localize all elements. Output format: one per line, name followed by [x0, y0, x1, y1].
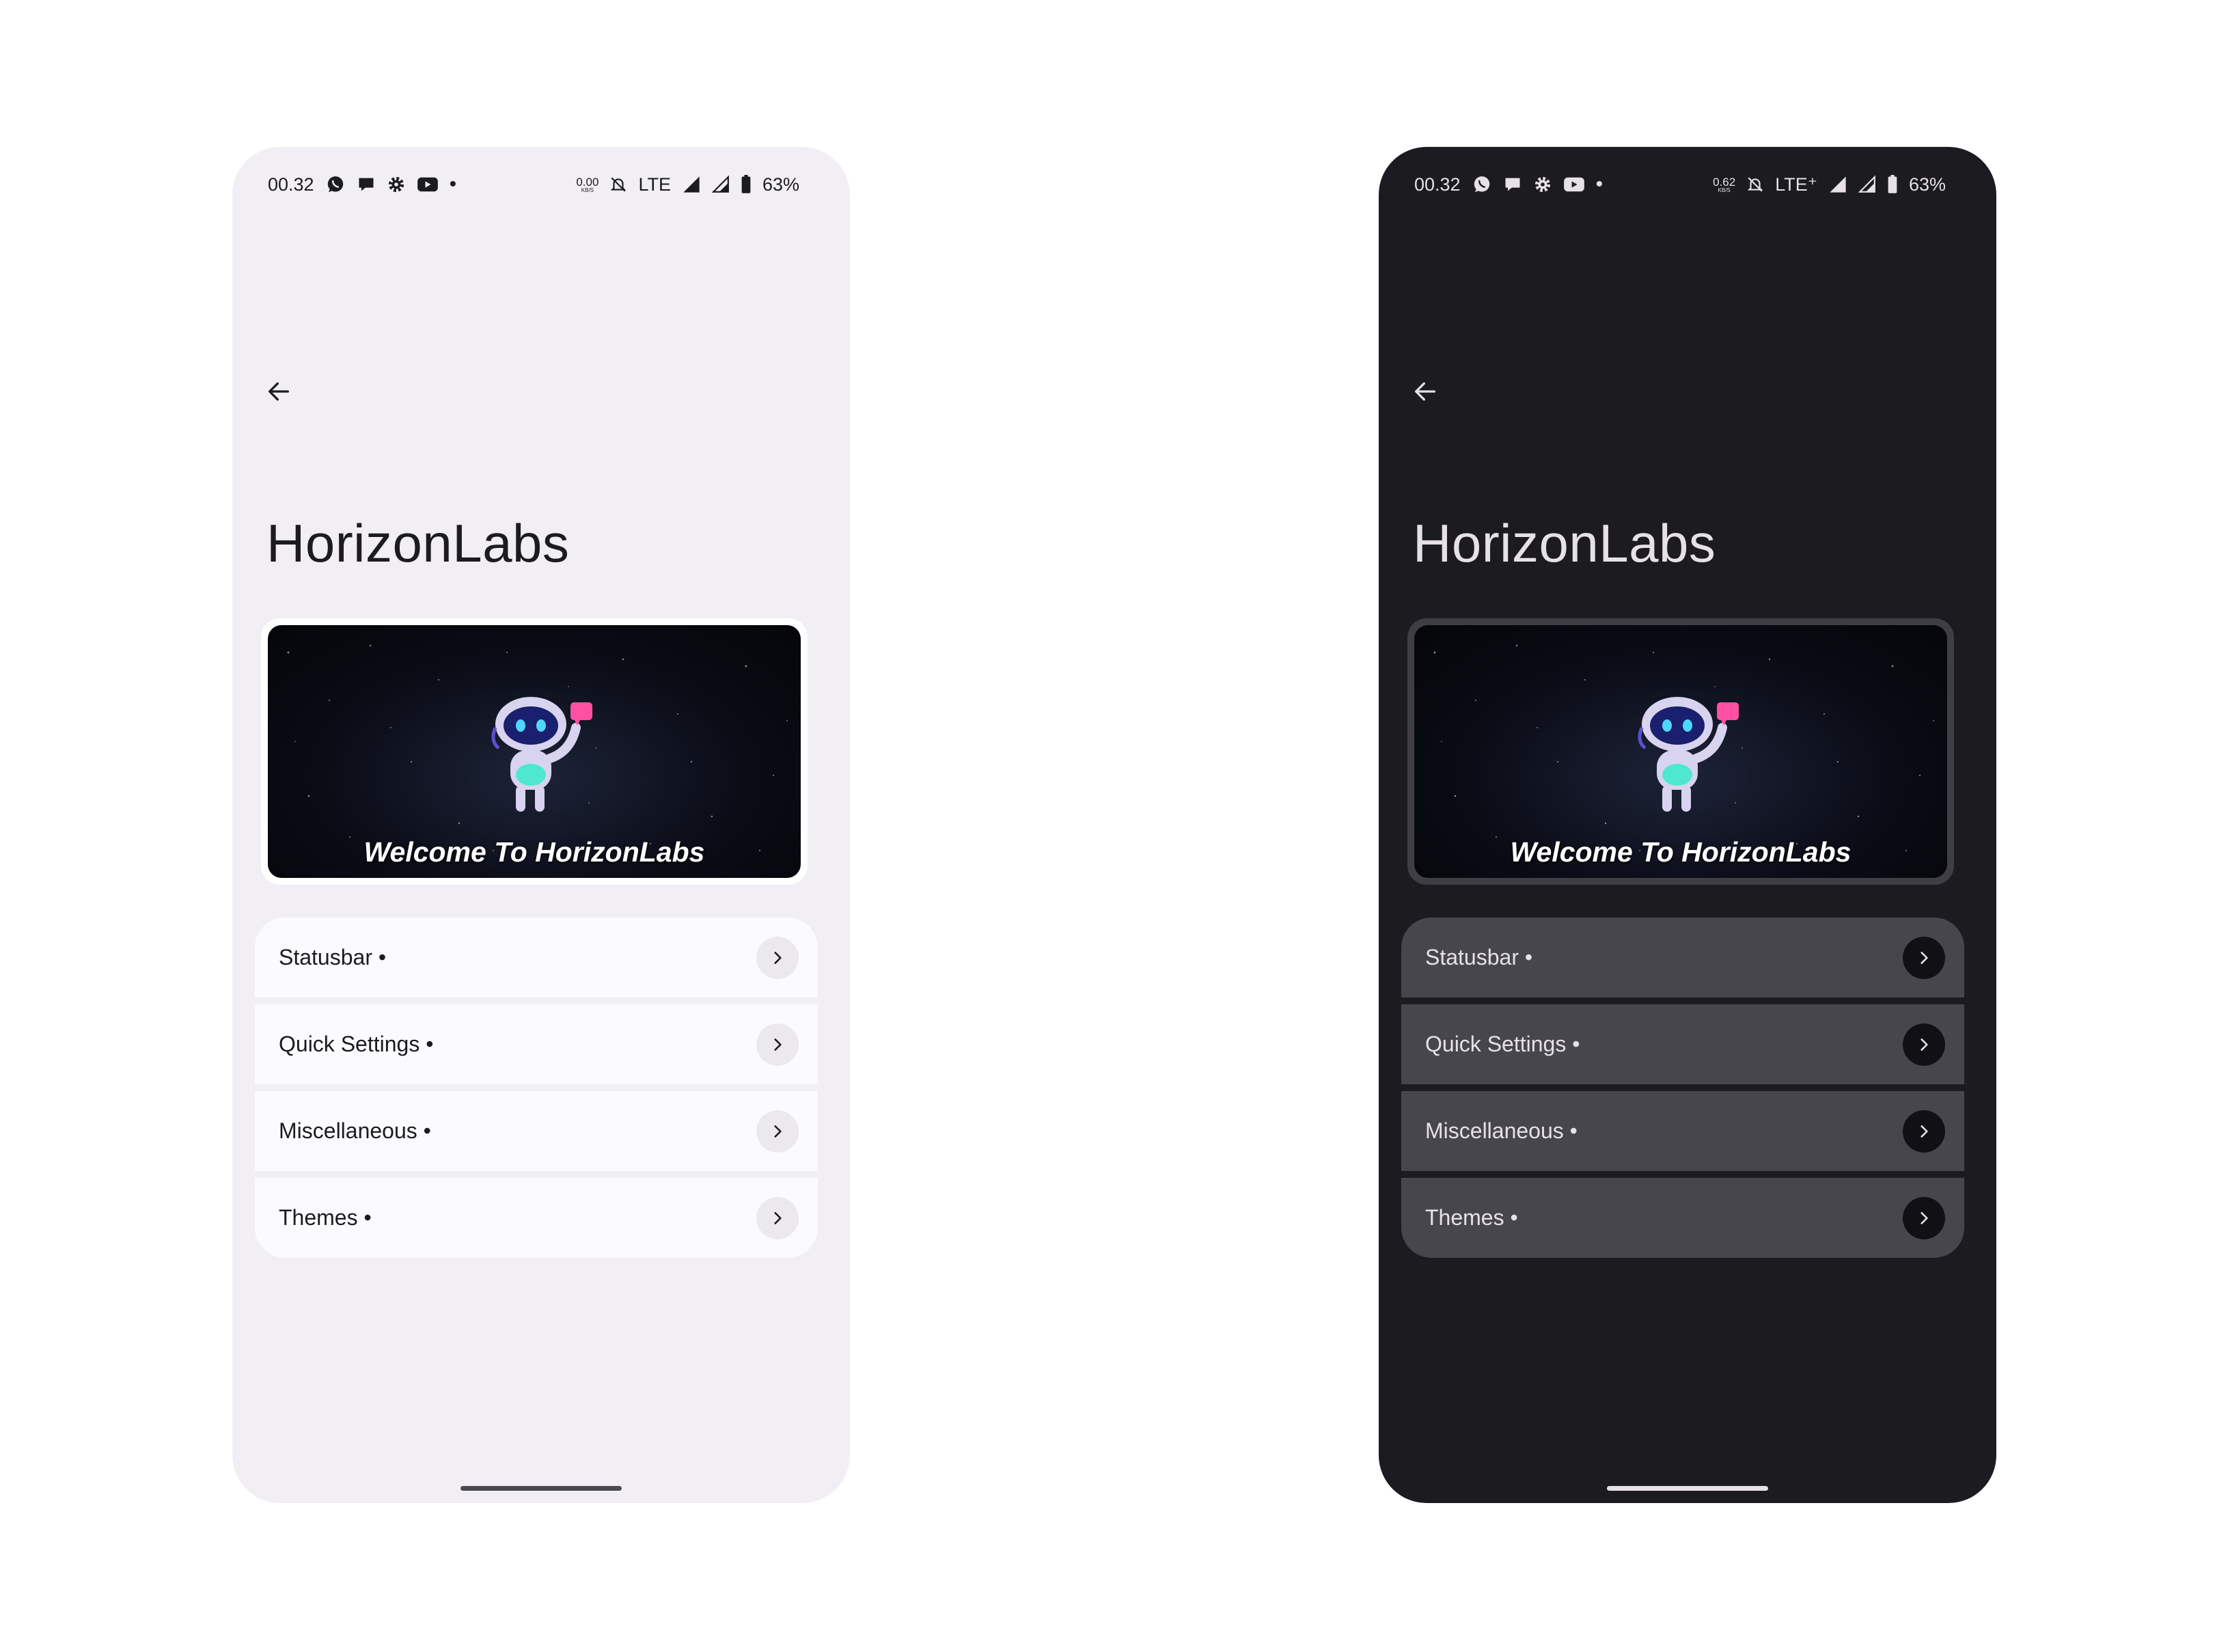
settings-menu: Statusbar • Quick Settings • Miscellaneo…	[255, 918, 818, 1258]
back-button[interactable]	[1398, 364, 1453, 419]
menu-item-themes[interactable]: Themes •	[255, 1178, 818, 1258]
chevron-right-icon[interactable]	[1903, 936, 1945, 979]
chat-bubble-icon	[1503, 175, 1522, 194]
network-speed: 0.62 KB/S	[1713, 175, 1736, 193]
network-type: LTE⁺	[1775, 174, 1817, 195]
signal-icon	[1828, 175, 1847, 194]
battery-percent: 63%	[762, 174, 799, 195]
back-button[interactable]	[251, 364, 306, 419]
menu-item-label: Statusbar •	[279, 945, 387, 969]
clock: 00.32	[268, 174, 314, 195]
chevron-right-icon[interactable]	[756, 1110, 799, 1153]
menu-item-statusbar[interactable]: Statusbar •	[1401, 918, 1964, 997]
whatsapp-icon	[1472, 174, 1492, 195]
whatsapp-icon	[325, 174, 346, 195]
network-type: LTE	[638, 174, 671, 195]
status-bar: 00.32 • 0.62 KB/S LTE⁺ 63%	[1414, 164, 1946, 205]
menu-item-label: Themes •	[1425, 1205, 1518, 1230]
menu-item-quick-settings[interactable]: Quick Settings •	[255, 1004, 818, 1084]
battery-icon	[741, 175, 752, 194]
menu-item-label: Quick Settings •	[1425, 1032, 1580, 1056]
notification-dot: •	[449, 173, 457, 195]
page-title: HorizonLabs	[1413, 513, 1716, 573]
chevron-right-icon[interactable]	[756, 1023, 799, 1066]
robot-mascot-icon	[491, 697, 592, 812]
clock: 00.32	[1414, 174, 1461, 195]
menu-item-miscellaneous[interactable]: Miscellaneous •	[255, 1091, 818, 1171]
menu-item-statusbar[interactable]: Statusbar •	[255, 918, 818, 997]
signal-2-icon	[1858, 175, 1876, 194]
welcome-banner: Welcome To HorizonLabs	[1407, 618, 1954, 885]
banner-image: Welcome To HorizonLabs	[1414, 625, 1947, 878]
home-indicator[interactable]	[1607, 1486, 1768, 1491]
bell-off-icon	[1746, 175, 1764, 194]
youtube-icon	[1563, 176, 1585, 193]
light-theme-screen: 00.32 • 0.00 KB/S LTE 63% HorizonLabs We…	[232, 147, 850, 1503]
battery-percent: 63%	[1908, 174, 1946, 195]
home-indicator[interactable]	[460, 1486, 622, 1491]
arrow-back-icon	[1415, 382, 1435, 401]
chevron-right-icon[interactable]	[756, 936, 799, 979]
menu-item-label: Quick Settings •	[279, 1032, 434, 1056]
chevron-right-icon[interactable]	[1903, 1196, 1945, 1239]
menu-item-label: Themes •	[279, 1205, 372, 1230]
youtube-icon	[417, 176, 439, 193]
bell-off-icon	[609, 175, 627, 194]
menu-item-label: Statusbar •	[1425, 945, 1533, 969]
banner-caption: Welcome To HorizonLabs	[1510, 836, 1852, 868]
menu-item-label: Miscellaneous •	[279, 1118, 431, 1143]
banner-caption: Welcome To HorizonLabs	[363, 836, 705, 868]
chevron-right-icon[interactable]	[1903, 1110, 1945, 1153]
status-bar: 00.32 • 0.00 KB/S LTE 63%	[268, 164, 799, 205]
chat-bubble-icon	[357, 175, 376, 194]
chevron-right-icon[interactable]	[756, 1196, 799, 1239]
chevron-right-icon[interactable]	[1903, 1023, 1945, 1066]
arrow-back-icon	[269, 382, 289, 401]
menu-item-miscellaneous[interactable]: Miscellaneous •	[1401, 1091, 1964, 1171]
battery-icon	[1887, 175, 1898, 194]
robot-mascot-icon	[1638, 697, 1739, 812]
settings-gear-icon	[1533, 175, 1552, 194]
dark-theme-screen: 00.32 • 0.62 KB/S LTE⁺ 63% HorizonLabs W…	[1379, 147, 1996, 1503]
menu-item-quick-settings[interactable]: Quick Settings •	[1401, 1004, 1964, 1084]
banner-image: Welcome To HorizonLabs	[268, 625, 801, 878]
menu-item-label: Miscellaneous •	[1425, 1118, 1578, 1143]
settings-menu: Statusbar • Quick Settings • Miscellaneo…	[1401, 918, 1964, 1258]
signal-2-icon	[711, 175, 730, 194]
settings-gear-icon	[387, 175, 406, 194]
notification-dot: •	[1595, 173, 1603, 195]
signal-icon	[682, 175, 701, 194]
page-title: HorizonLabs	[266, 513, 570, 573]
welcome-banner: Welcome To HorizonLabs	[261, 618, 808, 885]
network-speed: 0.00 KB/S	[576, 175, 599, 193]
menu-item-themes[interactable]: Themes •	[1401, 1178, 1964, 1258]
